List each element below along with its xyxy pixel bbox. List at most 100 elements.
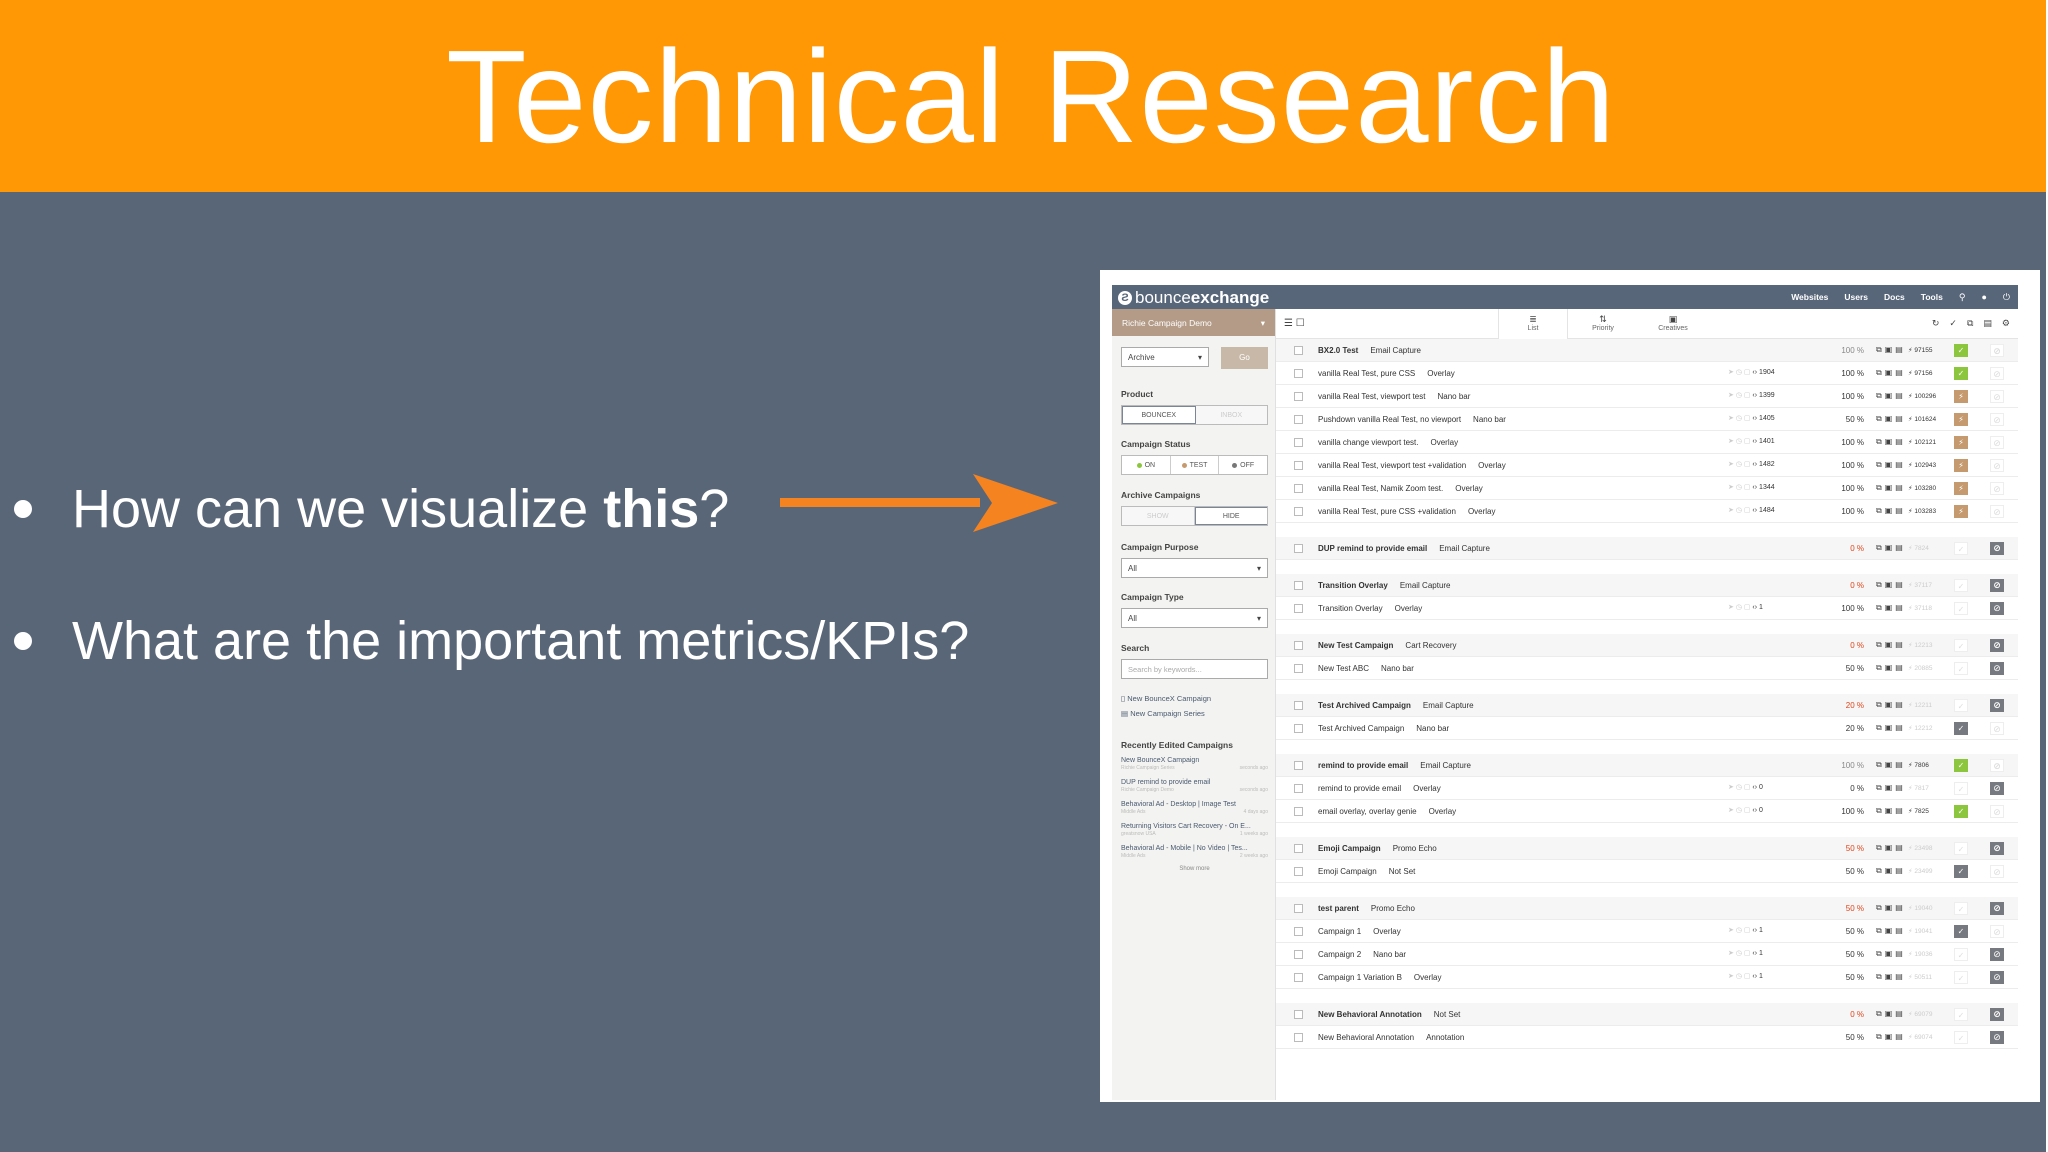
status-toggle-icon[interactable]: ✓ bbox=[1954, 902, 1968, 915]
row-checkbox[interactable] bbox=[1294, 807, 1303, 816]
status-test[interactable]: TEST bbox=[1171, 456, 1220, 474]
row-actions[interactable]: ⧉▣▤ bbox=[1876, 843, 1906, 853]
disable-icon[interactable]: ⊘ bbox=[1990, 662, 2004, 675]
row-checkbox[interactable] bbox=[1294, 1033, 1303, 1042]
disable-icon[interactable]: ⊘ bbox=[1990, 542, 2004, 555]
row-checkbox[interactable] bbox=[1294, 415, 1303, 424]
disable-icon[interactable]: ⊘ bbox=[1990, 639, 2004, 652]
campaign-row[interactable]: Test Archived Campaign Nano bar 20 % ⧉▣▤ ⚡ 1… bbox=[1276, 717, 2018, 740]
recent-item[interactable]: Returning Visitors Cart Recovery - On E.… bbox=[1121, 822, 1268, 838]
campaign-name[interactable]: vanilla Real Test, viewport test +valida… bbox=[1318, 461, 1506, 470]
campaign-row[interactable]: vanilla change viewport test. Overlay ➤ ◷ … bbox=[1276, 431, 2018, 454]
status-toggle-icon[interactable]: ✓ bbox=[1954, 948, 1968, 961]
row-actions[interactable]: ⧉▣▤ bbox=[1876, 543, 1906, 553]
campaign-name[interactable]: New Behavioral Annotation Not Set bbox=[1318, 1010, 1460, 1019]
row-actions[interactable]: ⧉▣▤ bbox=[1876, 903, 1906, 913]
row-actions[interactable]: ⧉▣▤ bbox=[1876, 760, 1906, 770]
new-campaign-link[interactable]: ▯ New BounceX Campaign bbox=[1121, 694, 1268, 703]
campaign-group-row[interactable]: remind to provide email Email Capture 100 … bbox=[1276, 754, 2018, 777]
check-icon[interactable]: ✓ bbox=[1949, 318, 1957, 329]
disable-icon[interactable]: ⊘ bbox=[1990, 344, 2004, 357]
campaign-name[interactable]: Pushdown vanilla Real Test, no viewport N… bbox=[1318, 415, 1506, 424]
brand-logo[interactable]: Ƨ bounce exchange bbox=[1118, 288, 1269, 308]
status-toggle-icon[interactable]: ⚡ bbox=[1954, 505, 1968, 518]
nav-docs[interactable]: Docs bbox=[1884, 292, 1905, 302]
status-toggle-icon[interactable]: ✓ bbox=[1954, 971, 1968, 984]
disable-icon[interactable]: ⊘ bbox=[1990, 413, 2004, 426]
status-toggle-icon[interactable]: ✓ bbox=[1954, 1031, 1968, 1044]
archive-hide[interactable]: HIDE bbox=[1194, 507, 1267, 525]
power-icon[interactable]: ⏻ bbox=[2003, 292, 2010, 303]
row-checkbox[interactable] bbox=[1294, 1010, 1303, 1019]
row-actions[interactable]: ⧉▣▤ bbox=[1876, 460, 1906, 470]
search-icon[interactable]: ⚲ bbox=[1959, 292, 1966, 303]
show-more-link[interactable]: Show more bbox=[1121, 866, 1268, 872]
row-actions[interactable]: ⧉▣▤ bbox=[1876, 640, 1906, 650]
row-checkbox[interactable] bbox=[1294, 392, 1303, 401]
campaign-group-row[interactable]: Test Archived Campaign Email Capture 20 % ⧉… bbox=[1276, 694, 2018, 717]
search-input[interactable]: Search by keywords... bbox=[1121, 659, 1268, 679]
campaign-name[interactable]: remind to provide email Overlay bbox=[1318, 784, 1441, 793]
status-toggle-icon[interactable]: ✓ bbox=[1954, 344, 1968, 357]
campaign-group-row[interactable]: Emoji Campaign Promo Echo 50 % ⧉▣▤ ⚡ 23498 ✓ ⊘ bbox=[1276, 837, 2018, 860]
type-select[interactable]: All ▾ bbox=[1121, 608, 1268, 628]
disable-icon[interactable]: ⊘ bbox=[1990, 805, 2004, 818]
campaign-row[interactable]: vanilla Real Test, pure CSS Overlay ➤ ◷ ▢ … bbox=[1276, 362, 2018, 385]
row-actions[interactable]: ⧉▣▤ bbox=[1876, 1009, 1906, 1019]
nav-tools[interactable]: Tools bbox=[1921, 292, 1943, 302]
campaign-row[interactable]: email overlay, overlay genie Overlay ➤ ◷ ▢… bbox=[1276, 800, 2018, 823]
row-checkbox[interactable] bbox=[1294, 641, 1303, 650]
status-toggle-icon[interactable]: ✓ bbox=[1954, 759, 1968, 772]
status-toggle-icon[interactable]: ✓ bbox=[1954, 842, 1968, 855]
campaign-group-row[interactable]: test parent Promo Echo 50 % ⧉▣▤ ⚡ 19040 ✓ ⊘ bbox=[1276, 897, 2018, 920]
campaign-row[interactable]: New Test ABC Nano bar 50 % ⧉▣▤ ⚡ 20885 ✓ ⊘ bbox=[1276, 657, 2018, 680]
status-toggle-icon[interactable]: ⚡ bbox=[1954, 436, 1968, 449]
campaign-name[interactable]: Campaign 1 Overlay bbox=[1318, 927, 1401, 936]
row-actions[interactable]: ⧉▣▤ bbox=[1876, 603, 1906, 613]
gear-icon[interactable]: ⚙ bbox=[2002, 318, 2010, 329]
purpose-select[interactable]: All ▾ bbox=[1121, 558, 1268, 578]
campaign-row[interactable]: remind to provide email Overlay ➤ ◷ ▢ ‹› 0… bbox=[1276, 777, 2018, 800]
campaign-name[interactable]: New Test Campaign Cart Recovery bbox=[1318, 641, 1457, 650]
status-toggle-icon[interactable]: ✓ bbox=[1954, 662, 1968, 675]
row-actions[interactable]: ⧉▣▤ bbox=[1876, 926, 1906, 936]
nav-websites[interactable]: Websites bbox=[1791, 292, 1828, 302]
archive-show[interactable]: SHOW bbox=[1122, 507, 1195, 525]
row-checkbox[interactable] bbox=[1294, 581, 1303, 590]
row-actions[interactable]: ⧉▣▤ bbox=[1876, 783, 1906, 793]
campaign-name[interactable]: vanilla change viewport test. Overlay bbox=[1318, 438, 1458, 447]
row-actions[interactable]: ⧉▣▤ bbox=[1876, 972, 1906, 982]
campaign-name[interactable]: vanilla Real Test, viewport test Nano bar bbox=[1318, 392, 1470, 401]
campaign-name[interactable]: vanilla Real Test, pure CSS +validation O… bbox=[1318, 507, 1496, 516]
account-selector[interactable]: Richie Campaign Demo ▾ bbox=[1112, 309, 1275, 336]
go-button[interactable]: Go bbox=[1221, 347, 1268, 369]
disable-icon[interactable]: ⊘ bbox=[1990, 482, 2004, 495]
row-checkbox[interactable] bbox=[1294, 461, 1303, 470]
campaign-group-row[interactable]: BX2.0 Test Email Capture 100 % ⧉▣▤ ⚡ 97155 ✓ ⊘ bbox=[1276, 339, 2018, 362]
row-actions[interactable]: ⧉▣▤ bbox=[1876, 663, 1906, 673]
row-actions[interactable]: ⧉▣▤ bbox=[1876, 368, 1906, 378]
recent-item[interactable]: Behavioral Ad - Mobile | No Video | Tes.… bbox=[1121, 844, 1268, 860]
row-actions[interactable]: ⧉▣▤ bbox=[1876, 723, 1906, 733]
status-toggle-icon[interactable]: ✓ bbox=[1954, 699, 1968, 712]
product-inbox[interactable]: INBOX bbox=[1195, 406, 1267, 424]
campaign-group-row[interactable]: New Behavioral Annotation Not Set 0 % ⧉▣▤ ⚡ … bbox=[1276, 1003, 2018, 1026]
campaign-row[interactable]: Campaign 2 Nano bar ➤ ◷ ▢ ‹› 1 50 % ⧉▣▤ ⚡ 190… bbox=[1276, 943, 2018, 966]
recent-item[interactable]: New BounceX Campaign Richie Campaign Seri… bbox=[1121, 756, 1268, 772]
disable-icon[interactable]: ⊘ bbox=[1990, 699, 2004, 712]
nav-users[interactable]: Users bbox=[1844, 292, 1868, 302]
row-checkbox[interactable] bbox=[1294, 927, 1303, 936]
status-toggle-icon[interactable]: ⚡ bbox=[1954, 482, 1968, 495]
row-actions[interactable]: ⧉▣▤ bbox=[1876, 414, 1906, 424]
status-toggle-icon[interactable]: ✓ bbox=[1954, 639, 1968, 652]
disable-icon[interactable]: ⊘ bbox=[1990, 367, 2004, 380]
status-toggle-icon[interactable]: ✓ bbox=[1954, 865, 1968, 878]
recent-item[interactable]: Behavioral Ad - Desktop | Image Test Midd… bbox=[1121, 800, 1268, 816]
campaign-name[interactable]: Emoji Campaign Not Set bbox=[1318, 867, 1415, 876]
status-toggle-icon[interactable]: ✓ bbox=[1954, 579, 1968, 592]
row-actions[interactable]: ⧉▣▤ bbox=[1876, 345, 1906, 355]
new-series-link[interactable]: ▤ New Campaign Series bbox=[1121, 709, 1268, 718]
copy-icon[interactable]: ⧉ bbox=[1967, 318, 1973, 329]
recent-item[interactable]: DUP remind to provide email Richie Campai… bbox=[1121, 778, 1268, 794]
disable-icon[interactable]: ⊘ bbox=[1990, 602, 2004, 615]
